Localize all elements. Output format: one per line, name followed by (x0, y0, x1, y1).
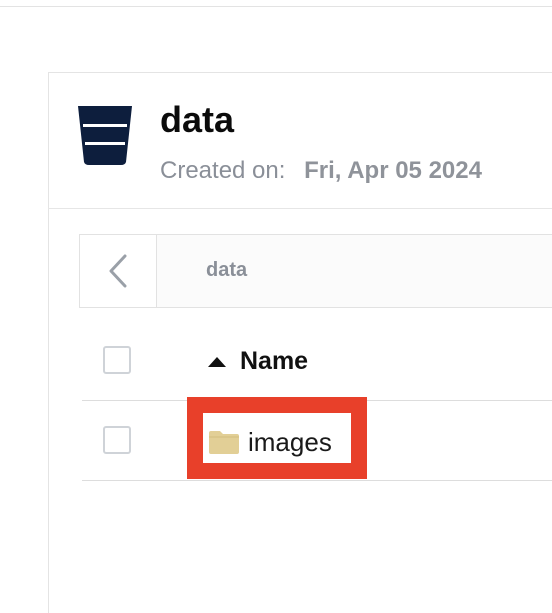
created-label: Created on: (160, 157, 286, 184)
name-column-header[interactable]: Name (208, 344, 308, 378)
chevron-left-icon (109, 254, 127, 288)
bucket-title: data (160, 99, 235, 140)
top-divider (0, 6, 552, 7)
created-info: Created on: Fri, Apr 05 2024 (160, 154, 482, 188)
name-column-label: Name (240, 347, 309, 375)
sort-ascending-icon (208, 357, 226, 367)
folder-icon (209, 431, 239, 454)
list-item-images[interactable]: images (208, 424, 332, 460)
row-checkbox-images[interactable] (103, 426, 131, 454)
created-date: Fri, Apr 05 2024 (304, 157, 482, 184)
back-button[interactable] (80, 235, 157, 307)
path-breadcrumb-bar: data (79, 234, 552, 308)
breadcrumb-path[interactable]: data (206, 259, 247, 282)
file-name: images (248, 427, 332, 457)
header-divider (48, 208, 552, 209)
row-divider (82, 480, 552, 481)
bucket-icon (78, 106, 132, 165)
select-all-checkbox[interactable] (103, 346, 131, 374)
